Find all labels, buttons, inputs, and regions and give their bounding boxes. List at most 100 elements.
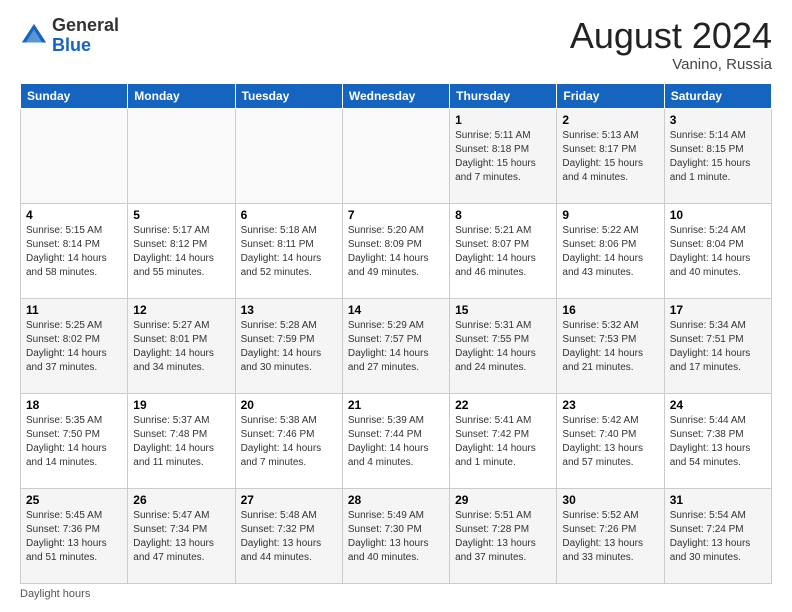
calendar-cell-5-6: 30 Sunrise: 5:52 AM Sunset: 7:26 PM Dayli… bbox=[557, 488, 664, 583]
day-info: Sunrise: 5:14 AM Sunset: 8:15 PM Dayligh… bbox=[670, 129, 766, 185]
day-number: 12 bbox=[133, 303, 229, 317]
calendar-cell-2-6: 9Sunrise: 5:22 AM Sunset: 8:06 PM Daylig… bbox=[557, 203, 664, 298]
day-number: 22 bbox=[455, 398, 551, 412]
day-info: Sunrise: 5:18 AM Sunset: 8:11 PM Dayligh… bbox=[241, 224, 337, 280]
day-header-saturday: Saturday bbox=[664, 83, 771, 108]
day-number: 26 bbox=[133, 493, 229, 507]
day-number: 29 bbox=[455, 493, 551, 507]
day-info: Sunrise: 5:44 AM Sunset: 7:38 PM Dayligh… bbox=[670, 414, 766, 470]
calendar-cell-3-5: 15Sunrise: 5:31 AM Sunset: 7:55 PM Dayli… bbox=[450, 298, 557, 393]
day-info: Sunrise: 5:15 AM Sunset: 8:14 PM Dayligh… bbox=[26, 224, 122, 280]
day-info: Sunrise: 5:28 AM Sunset: 7:59 PM Dayligh… bbox=[241, 319, 337, 375]
day-info: Sunrise: 5:17 AM Sunset: 8:12 PM Dayligh… bbox=[133, 224, 229, 280]
day-header-friday: Friday bbox=[557, 83, 664, 108]
day-info: Sunrise: 5:29 AM Sunset: 7:57 PM Dayligh… bbox=[348, 319, 444, 375]
day-number: 2 bbox=[562, 113, 658, 127]
day-number: 30 bbox=[562, 493, 658, 507]
day-info: Sunrise: 5:38 AM Sunset: 7:46 PM Dayligh… bbox=[241, 414, 337, 470]
day-info: Sunrise: 5:24 AM Sunset: 8:04 PM Dayligh… bbox=[670, 224, 766, 280]
week-row-4: 18Sunrise: 5:35 AM Sunset: 7:50 PM Dayli… bbox=[21, 393, 772, 488]
day-header-thursday: Thursday bbox=[450, 83, 557, 108]
calendar-cell-1-5: 1 Sunrise: 5:11 AM Sunset: 8:18 PM Daylig… bbox=[450, 108, 557, 203]
day-number: 6 bbox=[241, 208, 337, 222]
logo-text: General Blue bbox=[52, 16, 119, 56]
day-info: Sunrise: 5:39 AM Sunset: 7:44 PM Dayligh… bbox=[348, 414, 444, 470]
day-number: 16 bbox=[562, 303, 658, 317]
calendar-cell-2-5: 8 Sunrise: 5:21 AM Sunset: 8:07 PM Daylig… bbox=[450, 203, 557, 298]
day-number: 25 bbox=[26, 493, 122, 507]
day-header-sunday: Sunday bbox=[21, 83, 128, 108]
calendar-cell-3-6: 16Sunrise: 5:32 AM Sunset: 7:53 PM Dayli… bbox=[557, 298, 664, 393]
day-number: 11 bbox=[26, 303, 122, 317]
calendar-cell-5-7: 31Sunrise: 5:54 AM Sunset: 7:24 PM Dayli… bbox=[664, 488, 771, 583]
calendar-cell-2-4: 7 Sunrise: 5:20 AM Sunset: 8:09 PM Daylig… bbox=[342, 203, 449, 298]
day-number: 14 bbox=[348, 303, 444, 317]
day-info: Sunrise: 5:21 AM Sunset: 8:07 PM Dayligh… bbox=[455, 224, 551, 280]
calendar-cell-3-4: 14 Sunrise: 5:29 AM Sunset: 7:57 PM Dayli… bbox=[342, 298, 449, 393]
day-number: 7 bbox=[348, 208, 444, 222]
calendar-cell-5-3: 27 Sunrise: 5:48 AM Sunset: 7:32 PM Dayli… bbox=[235, 488, 342, 583]
day-number: 3 bbox=[670, 113, 766, 127]
day-info: Sunrise: 5:13 AM Sunset: 8:17 PM Dayligh… bbox=[562, 129, 658, 185]
day-number: 8 bbox=[455, 208, 551, 222]
day-number: 4 bbox=[26, 208, 122, 222]
calendar-cell-3-2: 12 Sunrise: 5:27 AM Sunset: 8:01 PM Dayli… bbox=[128, 298, 235, 393]
logo: General Blue bbox=[20, 16, 119, 56]
calendar-cell-5-2: 26Sunrise: 5:47 AM Sunset: 7:34 PM Dayli… bbox=[128, 488, 235, 583]
calendar-body: 1 Sunrise: 5:11 AM Sunset: 8:18 PM Daylig… bbox=[21, 108, 772, 583]
day-number: 13 bbox=[241, 303, 337, 317]
day-info: Sunrise: 5:41 AM Sunset: 7:42 PM Dayligh… bbox=[455, 414, 551, 470]
location: Vanino, Russia bbox=[570, 56, 772, 73]
calendar-cell-4-5: 22 Sunrise: 5:41 AM Sunset: 7:42 PM Dayli… bbox=[450, 393, 557, 488]
day-number: 1 bbox=[455, 113, 551, 127]
day-info: Sunrise: 5:11 AM Sunset: 8:18 PM Dayligh… bbox=[455, 129, 551, 185]
week-row-1: 1 Sunrise: 5:11 AM Sunset: 8:18 PM Daylig… bbox=[21, 108, 772, 203]
day-number: 23 bbox=[562, 398, 658, 412]
day-number: 21 bbox=[348, 398, 444, 412]
day-info: Sunrise: 5:25 AM Sunset: 8:02 PM Dayligh… bbox=[26, 319, 122, 375]
calendar-cell-5-5: 29Sunrise: 5:51 AM Sunset: 7:28 PM Dayli… bbox=[450, 488, 557, 583]
day-info: Sunrise: 5:42 AM Sunset: 7:40 PM Dayligh… bbox=[562, 414, 658, 470]
calendar-header: SundayMondayTuesdayWednesdayThursdayFrid… bbox=[21, 83, 772, 108]
page: General Blue August 2024 Vanino, Russia … bbox=[0, 0, 792, 612]
calendar-cell-5-1: 25Sunrise: 5:45 AM Sunset: 7:36 PM Dayli… bbox=[21, 488, 128, 583]
calendar-cell-2-7: 10 Sunrise: 5:24 AM Sunset: 8:04 PM Dayli… bbox=[664, 203, 771, 298]
calendar-cell-4-2: 19 Sunrise: 5:37 AM Sunset: 7:48 PM Dayli… bbox=[128, 393, 235, 488]
day-info: Sunrise: 5:49 AM Sunset: 7:30 PM Dayligh… bbox=[348, 509, 444, 565]
week-row-5: 25Sunrise: 5:45 AM Sunset: 7:36 PM Dayli… bbox=[21, 488, 772, 583]
day-info: Sunrise: 5:34 AM Sunset: 7:51 PM Dayligh… bbox=[670, 319, 766, 375]
day-info: Sunrise: 5:54 AM Sunset: 7:24 PM Dayligh… bbox=[670, 509, 766, 565]
calendar-cell-2-1: 4 Sunrise: 5:15 AM Sunset: 8:14 PM Daylig… bbox=[21, 203, 128, 298]
calendar-cell-4-6: 23 Sunrise: 5:42 AM Sunset: 7:40 PM Dayli… bbox=[557, 393, 664, 488]
day-number: 28 bbox=[348, 493, 444, 507]
day-info: Sunrise: 5:31 AM Sunset: 7:55 PM Dayligh… bbox=[455, 319, 551, 375]
day-info: Sunrise: 5:22 AM Sunset: 8:06 PM Dayligh… bbox=[562, 224, 658, 280]
calendar-cell-4-7: 24 Sunrise: 5:44 AM Sunset: 7:38 PM Dayli… bbox=[664, 393, 771, 488]
day-info: Sunrise: 5:48 AM Sunset: 7:32 PM Dayligh… bbox=[241, 509, 337, 565]
day-number: 20 bbox=[241, 398, 337, 412]
calendar-cell-1-3 bbox=[235, 108, 342, 203]
week-row-2: 4 Sunrise: 5:15 AM Sunset: 8:14 PM Daylig… bbox=[21, 203, 772, 298]
calendar-cell-3-7: 17Sunrise: 5:34 AM Sunset: 7:51 PM Dayli… bbox=[664, 298, 771, 393]
logo-icon bbox=[20, 22, 48, 50]
calendar-cell-1-2 bbox=[128, 108, 235, 203]
calendar-cell-1-1 bbox=[21, 108, 128, 203]
day-number: 10 bbox=[670, 208, 766, 222]
day-number: 24 bbox=[670, 398, 766, 412]
day-info: Sunrise: 5:52 AM Sunset: 7:26 PM Dayligh… bbox=[562, 509, 658, 565]
calendar-cell-2-2: 5Sunrise: 5:17 AM Sunset: 8:12 PM Daylig… bbox=[128, 203, 235, 298]
day-number: 27 bbox=[241, 493, 337, 507]
footer-note: Daylight hours bbox=[20, 588, 772, 600]
day-info: Sunrise: 5:35 AM Sunset: 7:50 PM Dayligh… bbox=[26, 414, 122, 470]
calendar-cell-4-1: 18Sunrise: 5:35 AM Sunset: 7:50 PM Dayli… bbox=[21, 393, 128, 488]
calendar-cell-2-3: 6 Sunrise: 5:18 AM Sunset: 8:11 PM Daylig… bbox=[235, 203, 342, 298]
calendar-cell-4-4: 21 Sunrise: 5:39 AM Sunset: 7:44 PM Dayli… bbox=[342, 393, 449, 488]
day-info: Sunrise: 5:37 AM Sunset: 7:48 PM Dayligh… bbox=[133, 414, 229, 470]
days-of-week-row: SundayMondayTuesdayWednesdayThursdayFrid… bbox=[21, 83, 772, 108]
day-header-monday: Monday bbox=[128, 83, 235, 108]
week-row-3: 11 Sunrise: 5:25 AM Sunset: 8:02 PM Dayli… bbox=[21, 298, 772, 393]
day-info: Sunrise: 5:20 AM Sunset: 8:09 PM Dayligh… bbox=[348, 224, 444, 280]
day-info: Sunrise: 5:27 AM Sunset: 8:01 PM Dayligh… bbox=[133, 319, 229, 375]
day-number: 19 bbox=[133, 398, 229, 412]
calendar-cell-1-4 bbox=[342, 108, 449, 203]
